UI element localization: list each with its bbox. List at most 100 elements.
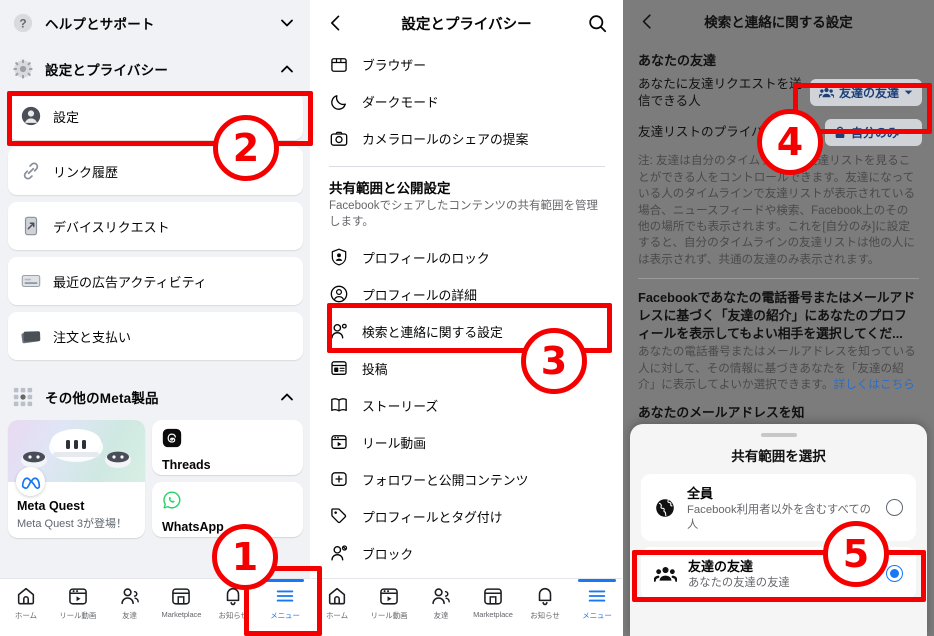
settings-item-profile-tagging[interactable]: プロフィールとタグ付け: [311, 497, 623, 535]
gear-icon: [13, 59, 33, 79]
panel-settings-privacy: 設定とプライバシー ブラウザー ダークモード カメラロールのシェアの提案 共有範…: [311, 0, 623, 636]
settings-item-label: フォロワーと公開コンテンツ: [362, 472, 529, 488]
nav-item-menu[interactable]: メニュー: [571, 579, 623, 621]
chevron-up-icon[interactable]: [277, 387, 297, 407]
nav-item-reels[interactable]: リール動画: [52, 585, 104, 621]
nav-label: お知らせ: [530, 611, 560, 620]
link-icon: [23, 162, 39, 180]
setting-question: あなたに友達リクエストを送信できる人: [638, 77, 802, 108]
nav-item-notifications[interactable]: お知らせ: [207, 585, 259, 621]
friends-icon: [432, 588, 450, 605]
divider: [638, 278, 919, 280]
section-other-meta-products[interactable]: その他のMeta製品: [0, 374, 311, 420]
radio-selected[interactable]: [886, 565, 903, 583]
menu-item-orders-payments[interactable]: 注文と支払い: [8, 312, 303, 360]
settings-item-profile-details[interactable]: プロフィールの詳細: [311, 275, 623, 313]
back-chevron-icon[interactable]: [638, 12, 657, 31]
home-icon: [17, 587, 35, 605]
settings-item-camera-roll[interactable]: カメラロールのシェアの提案: [311, 120, 623, 157]
panel3-title: 検索と連絡に関する設定: [704, 15, 853, 30]
sheet-grabber[interactable]: [760, 432, 797, 437]
active-tab-underline: [578, 579, 616, 582]
learn-more-link[interactable]: 詳しくはこちら: [834, 378, 915, 391]
settings-item-block[interactable]: ブロック: [311, 534, 623, 572]
moon-icon: [331, 94, 346, 110]
panel-divider-2: [622, 0, 623, 636]
section-help-support[interactable]: ? ヘルプとサポート: [0, 0, 311, 46]
option-title: 全員: [687, 485, 714, 501]
bell-icon: [538, 587, 552, 606]
friend-list-privacy-dropdown[interactable]: 自分のみ: [824, 119, 922, 147]
chevron-down-icon[interactable]: [277, 13, 297, 33]
home-icon: [328, 587, 346, 605]
section-settings-privacy[interactable]: 設定とプライバシー: [0, 46, 311, 92]
settings-item-label: ダークモード: [362, 95, 439, 110]
section-title: 共有範囲と公開設定: [329, 181, 451, 196]
marketplace-icon: [172, 588, 191, 605]
nav-item-menu[interactable]: メニュー: [259, 579, 311, 621]
section-title-your-friends: あなたの友達: [638, 53, 717, 68]
privacy-settings-list: プロフィールのロック プロフィールの詳細 検索と連絡に関する設定 投稿 ストーリ…: [311, 238, 623, 572]
annotation-number-1: 1: [212, 524, 278, 590]
settings-item-label: プロフィールのロック: [362, 250, 490, 266]
meta-products-grid: Meta Quest Meta Quest 3が登場！ Threads What…: [0, 420, 311, 538]
panel3-content: 検索と連絡に関する設定 あなたの友達 あなたに友達リクエストを送信できる人 友達…: [623, 0, 934, 636]
bottom-nav-panel1: ホーム リール動画 友達 Marketplace お知らせ メニュー: [0, 578, 311, 636]
meta-quest-card[interactable]: Meta Quest Meta Quest 3が登場！: [8, 420, 145, 538]
settings-item-label: ブロック: [362, 546, 414, 562]
radio-unselected[interactable]: [886, 499, 903, 517]
section2-description: あなたの電話番号またはメールアドレスを知っている人に対して、その情報に基づきあな…: [623, 342, 934, 393]
nav-item-home[interactable]: ホーム: [311, 585, 363, 621]
settings-item-label: 投稿: [362, 361, 388, 377]
nav-item-home[interactable]: ホーム: [0, 585, 52, 621]
menu-item-label: 設定: [53, 109, 80, 125]
threads-card[interactable]: Threads: [152, 420, 303, 475]
device-icon: [24, 216, 38, 236]
search-contact-icon: [331, 323, 347, 339]
section-label: その他のMeta製品: [45, 391, 159, 406]
nav-item-reels[interactable]: リール動画: [363, 585, 415, 621]
settings-item-dark-mode[interactable]: ダークモード: [311, 83, 623, 120]
camera-icon: [330, 131, 348, 146]
nav-label: メニュー: [270, 611, 300, 620]
meta-logo-icon: [21, 476, 40, 489]
search-icon[interactable]: [587, 13, 608, 34]
bottom-nav-panel2: ホーム リール動画 友達 Marketplace お知らせ メニュー: [311, 578, 623, 636]
menu-item-device-requests[interactable]: デバイスリクエスト: [8, 202, 303, 250]
settings-item-stories[interactable]: ストーリーズ: [311, 386, 623, 424]
nav-item-marketplace[interactable]: Marketplace: [467, 585, 519, 619]
whatsapp-icon: [163, 491, 181, 509]
menu-item-label: デバイスリクエスト: [53, 219, 170, 235]
nav-item-notifications[interactable]: お知らせ: [519, 585, 571, 621]
nav-label: 友達: [433, 611, 449, 620]
profile-details-icon: [330, 285, 348, 303]
friend-request-audience-dropdown[interactable]: 友達の友達: [809, 79, 922, 107]
block-icon: [331, 545, 348, 561]
annotation-number-2: 2: [213, 115, 279, 181]
settings-item-profile-lock[interactable]: プロフィールのロック: [311, 238, 623, 276]
back-chevron-icon[interactable]: [326, 13, 346, 33]
nav-label: Marketplace: [161, 610, 202, 619]
menu-item-label: 注文と支払い: [53, 329, 132, 345]
nav-item-marketplace[interactable]: Marketplace: [155, 585, 207, 619]
ad-activity-icon: [21, 274, 41, 288]
settings-item-followers[interactable]: フォロワーと公開コンテンツ: [311, 460, 623, 498]
posts-icon: [331, 361, 347, 376]
nav-label: リール動画: [59, 611, 97, 620]
settings-item-label: プロフィールの詳細: [362, 287, 477, 303]
nav-label: ホーム: [326, 611, 348, 620]
panel2-header: 設定とプライバシー: [311, 0, 623, 46]
meta-quest-title: Meta Quest: [17, 499, 85, 513]
menu-item-recent-ad-activity[interactable]: 最近の広告アクティビティ: [8, 257, 303, 305]
settings-item-browser[interactable]: ブラウザー: [311, 46, 623, 83]
friends-of-friends-icon: [818, 87, 834, 99]
settings-item-reels[interactable]: リール動画: [311, 423, 623, 461]
section2-title: Facebookであなたの電話番号またはメールアドレスに基づく「友達の紹介」にあ…: [638, 290, 916, 341]
panel3-header: 検索と連絡に関する設定: [623, 0, 934, 42]
chevron-up-icon[interactable]: [277, 59, 297, 79]
divider: [0, 367, 311, 374]
meta-logo-badge: [16, 467, 45, 496]
nav-item-friends[interactable]: 友達: [415, 585, 467, 621]
sheet-bottom-spacer: [630, 606, 927, 636]
nav-item-friends[interactable]: 友達: [104, 585, 156, 621]
